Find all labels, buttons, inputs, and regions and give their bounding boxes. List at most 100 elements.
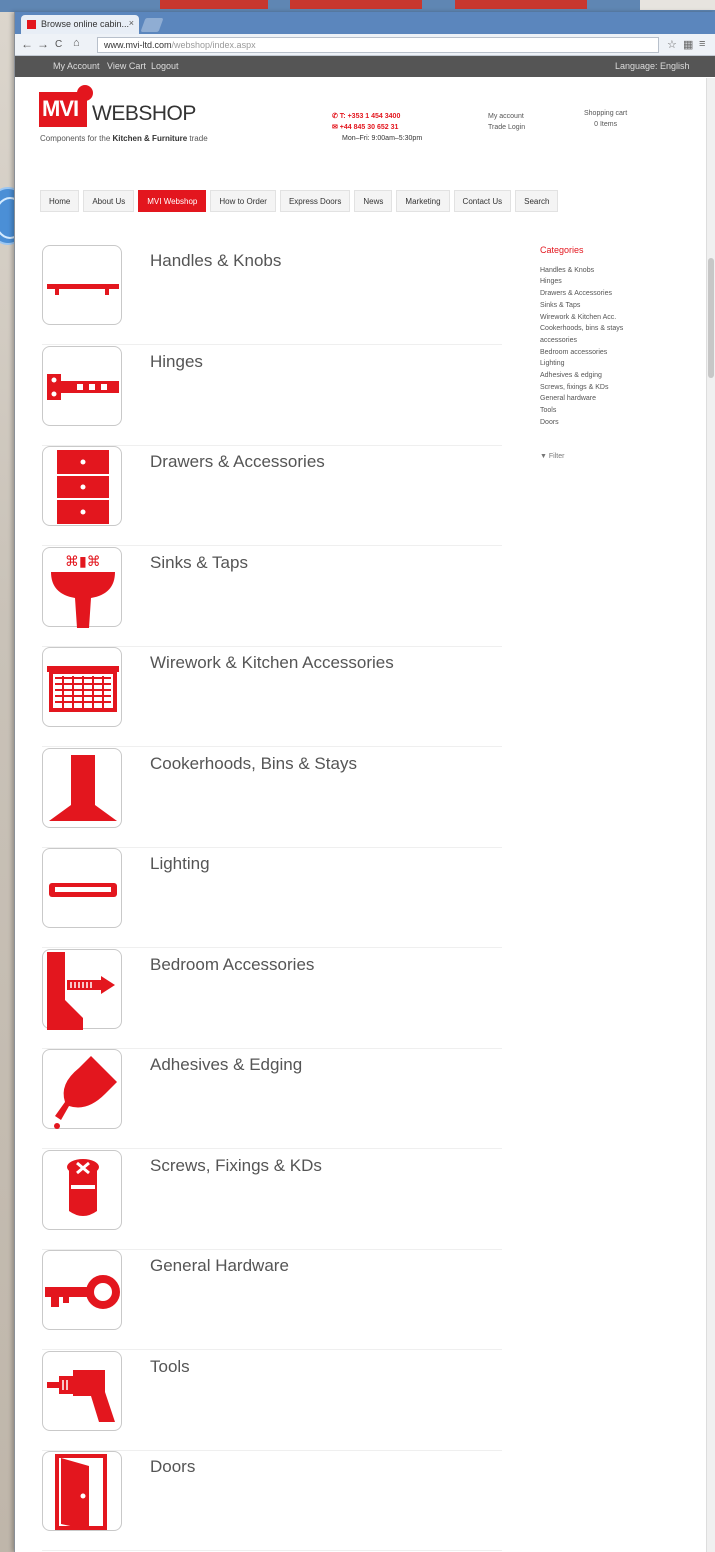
new-tab-button[interactable] [140, 18, 164, 32]
fixing-icon [67, 1158, 99, 1216]
category-item[interactable]: Hinges [42, 345, 502, 446]
nav-item-3[interactable]: How to Order [210, 190, 276, 212]
sidebar-item[interactable]: Cookerhoods, bins & stays [540, 323, 680, 335]
svg-text:⌘▮⌘: ⌘▮⌘ [65, 554, 101, 570]
category-label[interactable]: Handles & Knobs [150, 251, 281, 271]
door-icon [55, 1454, 107, 1530]
category-item[interactable]: Cookerhoods, Bins & Stays [42, 747, 502, 848]
account-block[interactable]: My account Trade Login [488, 111, 525, 133]
category-label[interactable]: Lighting [150, 854, 210, 874]
forward-button[interactable]: → [37, 37, 49, 51]
sidebar-item[interactable]: Wirework & Kitchen Acc. [540, 312, 680, 324]
nav-item-5[interactable]: News [354, 190, 393, 212]
tagline-prefix: Components for the [40, 134, 111, 143]
logo-text[interactable]: WEBSHOP [92, 102, 196, 126]
nav-item-6[interactable]: Marketing [396, 190, 450, 212]
category-item[interactable]: Tools [42, 1350, 502, 1451]
cart-block[interactable]: Shopping cart 0 Items [584, 108, 627, 130]
sidebar-item[interactable]: Lighting [540, 358, 680, 370]
category-sidebar: Categories Handles & Knobs Hinges Drawers … [540, 245, 680, 462]
cart-title[interactable]: Shopping cart [584, 108, 627, 119]
category-label[interactable]: Bedroom Accessories [150, 955, 314, 975]
scrollbar-thumb[interactable] [708, 258, 714, 378]
sidebar-item[interactable]: Drawers & Accessories [540, 288, 680, 300]
category-tile[interactable] [42, 1049, 122, 1129]
glue-icon [54, 1056, 117, 1129]
star-icon[interactable]: ☆ [667, 38, 677, 51]
category-item[interactable]: Adhesives & Edging [42, 1049, 502, 1149]
category-label[interactable]: Sinks & Taps [150, 553, 248, 573]
category-label[interactable]: Wirework & Kitchen Accessories [150, 653, 394, 673]
site-link-account[interactable]: My Account [53, 61, 100, 71]
opening-hours: Mon–Fri: 9:00am–5:30pm [342, 135, 423, 142]
category-item[interactable]: Bedroom Accessories [42, 948, 502, 1049]
sidebar-item[interactable]: Bedroom accessories [540, 347, 680, 359]
nav-item-7[interactable]: Contact Us [453, 190, 512, 212]
extensions-icon[interactable]: ▦ [683, 38, 693, 51]
category-tile[interactable] [42, 848, 122, 928]
nav-item-0[interactable]: Home [40, 190, 80, 212]
category-item[interactable]: Drawers & Accessories [42, 446, 502, 546]
category-item[interactable]: Screws, Fixings & KDs [42, 1149, 502, 1250]
category-tile[interactable] [42, 1451, 122, 1531]
category-label[interactable]: Tools [150, 1357, 190, 1377]
sidebar-item[interactable]: accessories [540, 335, 680, 347]
category-tile[interactable] [42, 747, 122, 828]
logo-mark[interactable]: MVI [39, 92, 87, 127]
category-tile[interactable]: ⌘▮⌘ [42, 546, 122, 628]
category-item[interactable]: ⌘▮⌘ Sinks & Taps [42, 546, 502, 647]
sidebar-item[interactable]: Hinges [540, 276, 680, 288]
category-item[interactable]: Handles & Knobs [42, 245, 502, 345]
browser-tab[interactable]: Browse online cabin... × [21, 15, 139, 34]
category-tile[interactable] [42, 245, 122, 325]
category-item[interactable]: General Hardware [42, 1250, 502, 1350]
category-tile[interactable] [42, 446, 122, 526]
close-tab-icon[interactable]: × [129, 18, 134, 28]
sidebar-item[interactable]: Sinks & Taps [540, 300, 680, 312]
sidebar-item[interactable]: General hardware [540, 393, 680, 405]
address-bar[interactable]: www.mvi-ltd.com/webshop/index.aspx [97, 37, 659, 53]
language-selector[interactable]: Language: English [615, 61, 690, 71]
category-label[interactable]: Adhesives & Edging [150, 1055, 302, 1075]
category-item[interactable]: Lighting [42, 848, 502, 948]
nav-item-2[interactable]: MVI Webshop [138, 190, 207, 212]
category-tile[interactable] [42, 1149, 122, 1230]
category-tile[interactable] [42, 647, 122, 727]
sidebar-item[interactable]: Adhesives & edging [540, 370, 680, 382]
phone-ie: ✆ T: +353 1 454 3400 [332, 113, 401, 120]
sidebar-item[interactable]: Screws, fixings & KDs [540, 382, 680, 394]
menu-icon[interactable]: ≡ [699, 38, 705, 50]
filter-button[interactable]: ▼ Filter [540, 451, 680, 463]
tagline-bold: Kitchen & Furniture [112, 134, 188, 143]
tab-bar: Browse online cabin... × [15, 12, 715, 34]
nav-item-8[interactable]: Search [515, 190, 559, 212]
site-link-cart[interactable]: View Cart [107, 61, 146, 71]
sidebar-item[interactable]: Tools [540, 405, 680, 417]
category-tile[interactable] [42, 345, 122, 426]
category-label[interactable]: Cookerhoods, Bins & Stays [150, 754, 357, 774]
sidebar-item[interactable]: Doors [540, 417, 680, 429]
scrollbar[interactable] [706, 78, 715, 1552]
category-tile[interactable] [42, 1250, 122, 1330]
category-label[interactable]: Hinges [150, 352, 203, 372]
category-label[interactable]: Doors [150, 1457, 195, 1477]
account-sub: Trade Login [488, 124, 526, 131]
cookerhood-icon [49, 754, 117, 821]
nav-item-1[interactable]: About Us [83, 190, 135, 212]
category-item[interactable]: Doors [42, 1451, 502, 1551]
account-link[interactable]: My account [488, 111, 525, 122]
category-label[interactable]: General Hardware [150, 1256, 289, 1276]
category-item[interactable]: Wirework & Kitchen Accessories [42, 647, 502, 747]
category-label[interactable]: Screws, Fixings & KDs [150, 1156, 322, 1176]
back-button[interactable]: ← [21, 37, 33, 51]
sidebar-item[interactable]: Handles & Knobs [540, 265, 680, 277]
category-tile[interactable] [42, 948, 122, 1030]
category-label[interactable]: Drawers & Accessories [150, 452, 325, 472]
url-domain: www.mvi-ltd.com [104, 40, 172, 50]
site-link-logout[interactable]: Logout [151, 61, 179, 71]
reload-button[interactable]: C [55, 39, 62, 50]
sidebar-items: Handles & Knobs Hinges Drawers & Accessori… [540, 265, 680, 429]
nav-item-4[interactable]: Express Doors [279, 190, 351, 212]
home-icon[interactable]: ⌂ [73, 37, 80, 49]
category-tile[interactable] [42, 1350, 122, 1431]
